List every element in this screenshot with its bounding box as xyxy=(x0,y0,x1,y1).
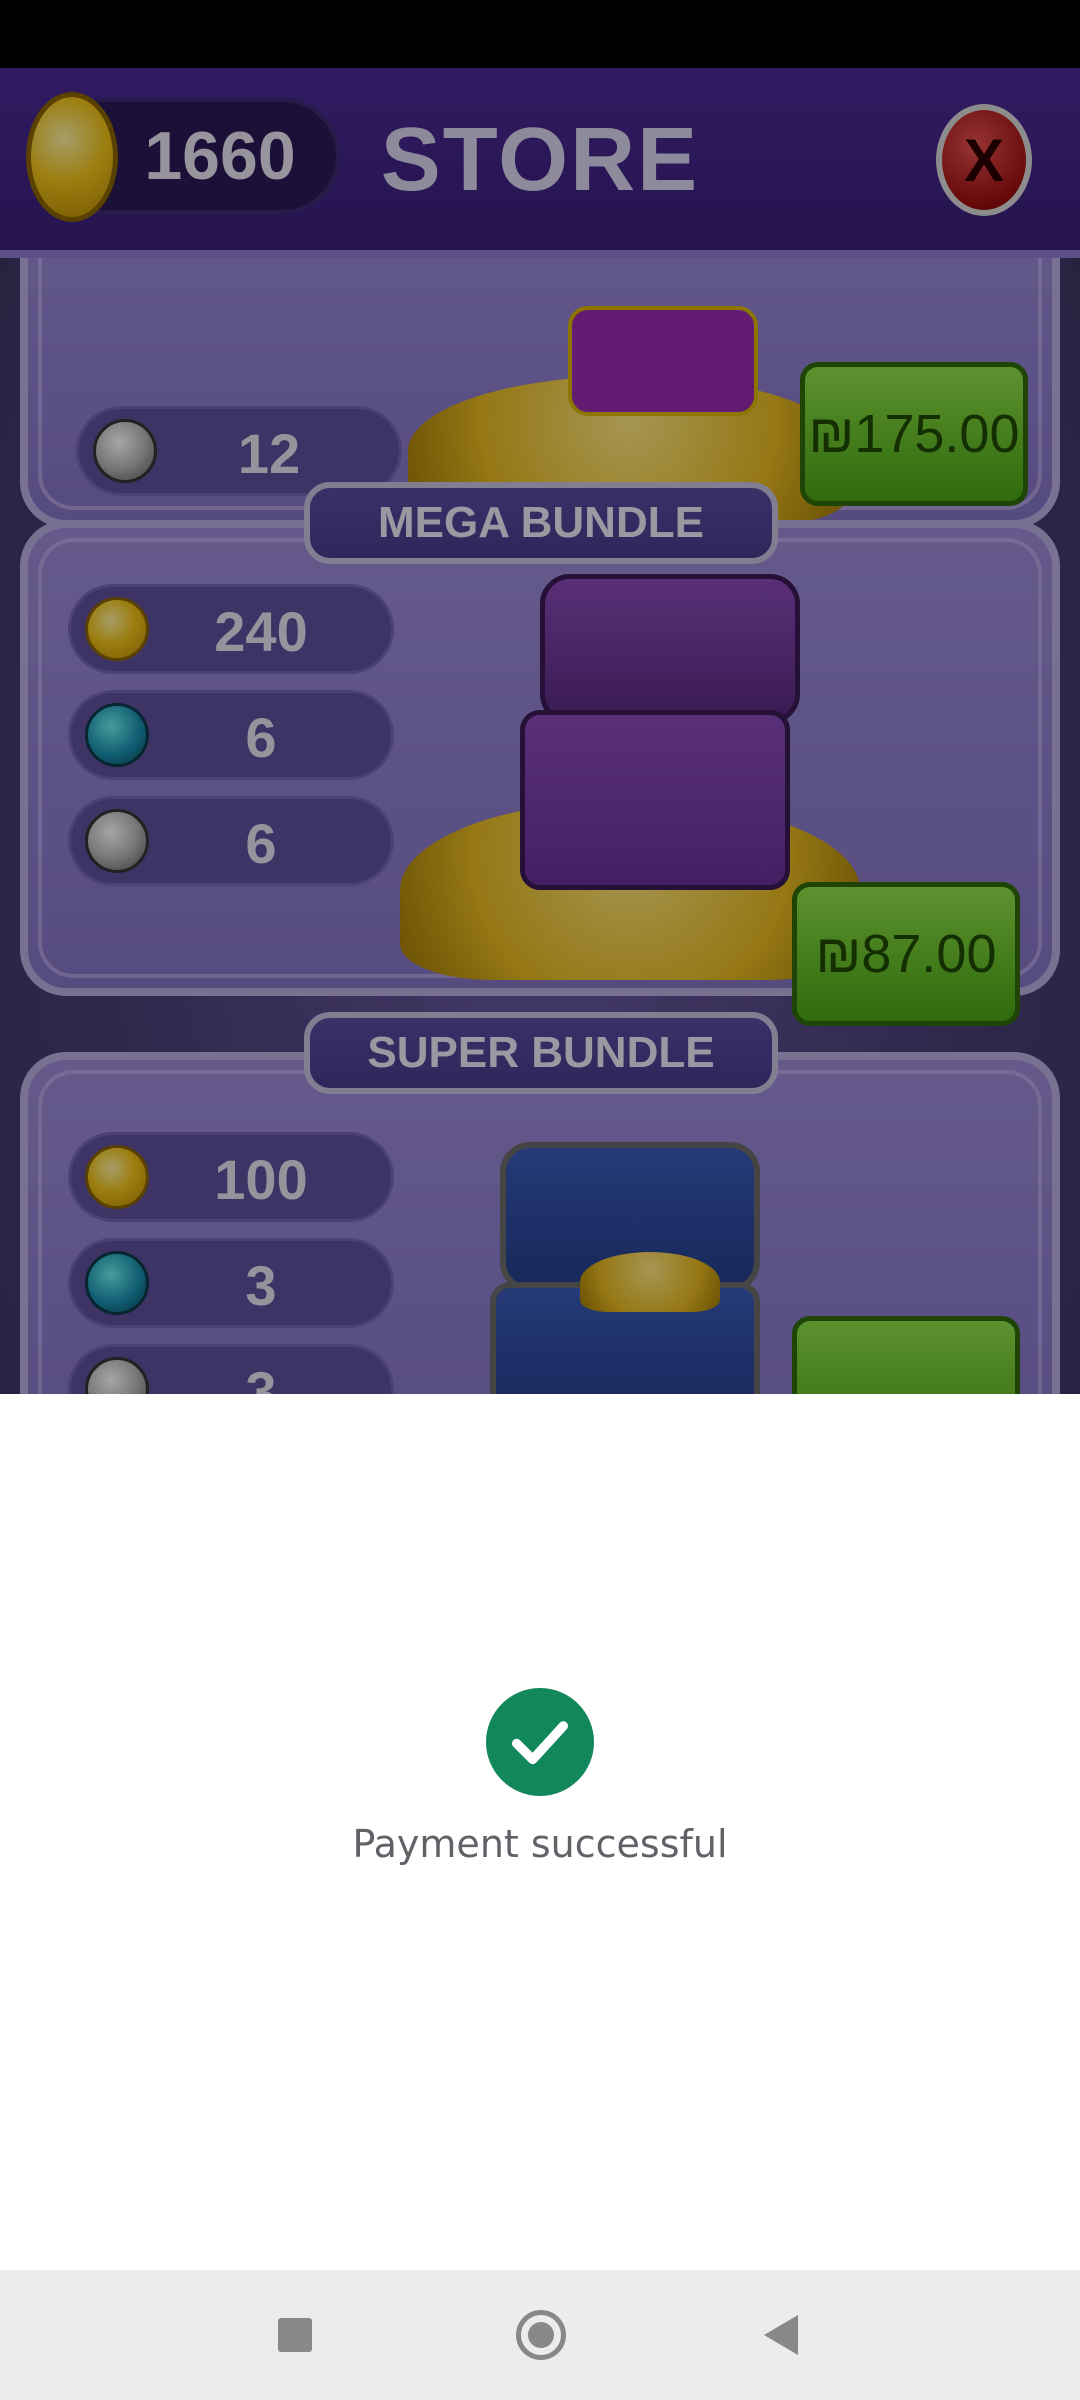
gem-icon xyxy=(85,703,149,767)
check-icon xyxy=(511,1721,568,1765)
payment-status-text: Payment successful xyxy=(352,1822,728,1866)
bundle-title-super: SUPER BUNDLE xyxy=(304,1012,778,1094)
page-title: STORE xyxy=(380,110,700,210)
item-count: 3 xyxy=(245,1360,277,1394)
ball-icon xyxy=(85,1357,149,1394)
buy-button-mega[interactable]: ₪87.00 xyxy=(792,882,1020,1026)
chest-lid-image xyxy=(540,574,800,724)
bundle-content-super: 100 3 3 xyxy=(20,1052,1060,1394)
recent-apps-icon[interactable] xyxy=(278,2318,312,2352)
coin-balance: 1660 xyxy=(144,118,296,194)
item-count: 6 xyxy=(245,706,277,769)
payment-sheet: Payment successful xyxy=(0,1394,1080,2270)
item-count: 6 xyxy=(245,812,277,875)
bundle-item: 6 xyxy=(68,690,394,780)
coin-icon xyxy=(26,92,118,222)
ball-icon xyxy=(93,419,157,483)
item-count: 240 xyxy=(214,600,308,663)
status-bar xyxy=(0,0,1080,68)
success-check-icon xyxy=(486,1688,594,1796)
chest-image xyxy=(568,306,758,416)
bundle-item: 6 xyxy=(68,796,394,886)
chest-image xyxy=(520,710,790,890)
item-count: 12 xyxy=(237,422,301,485)
system-nav-bar xyxy=(0,2270,1080,2400)
bundle-title-mega: MEGA BUNDLE xyxy=(304,482,778,564)
ball-icon xyxy=(85,809,149,873)
store-header: 1660 STORE X xyxy=(0,68,1080,258)
coin-icon xyxy=(85,1145,149,1209)
gem-icon xyxy=(85,1251,149,1315)
bundle-item: 3 xyxy=(68,1238,394,1328)
buy-button-super[interactable] xyxy=(792,1316,1020,1394)
coin-icon xyxy=(85,597,149,661)
bundle-item: 240 xyxy=(68,584,394,674)
back-icon[interactable] xyxy=(764,2315,798,2355)
bundle-item: 3 xyxy=(68,1344,394,1394)
close-button[interactable]: X xyxy=(936,104,1032,216)
game-store-screen: 1660 STORE X 12 ₪175.00 MEGA BUNDLE 240 … xyxy=(0,68,1080,1394)
gold-pile-image xyxy=(580,1252,720,1312)
bundle-item: 100 xyxy=(68,1132,394,1222)
close-icon: X xyxy=(963,126,1005,194)
bundle-content-mega: 240 6 6 ₪87.00 xyxy=(20,520,1060,1026)
item-count: 100 xyxy=(214,1148,308,1211)
home-icon[interactable] xyxy=(516,2310,566,2360)
item-count: 3 xyxy=(245,1254,277,1317)
buy-button-top[interactable]: ₪175.00 xyxy=(800,362,1028,506)
